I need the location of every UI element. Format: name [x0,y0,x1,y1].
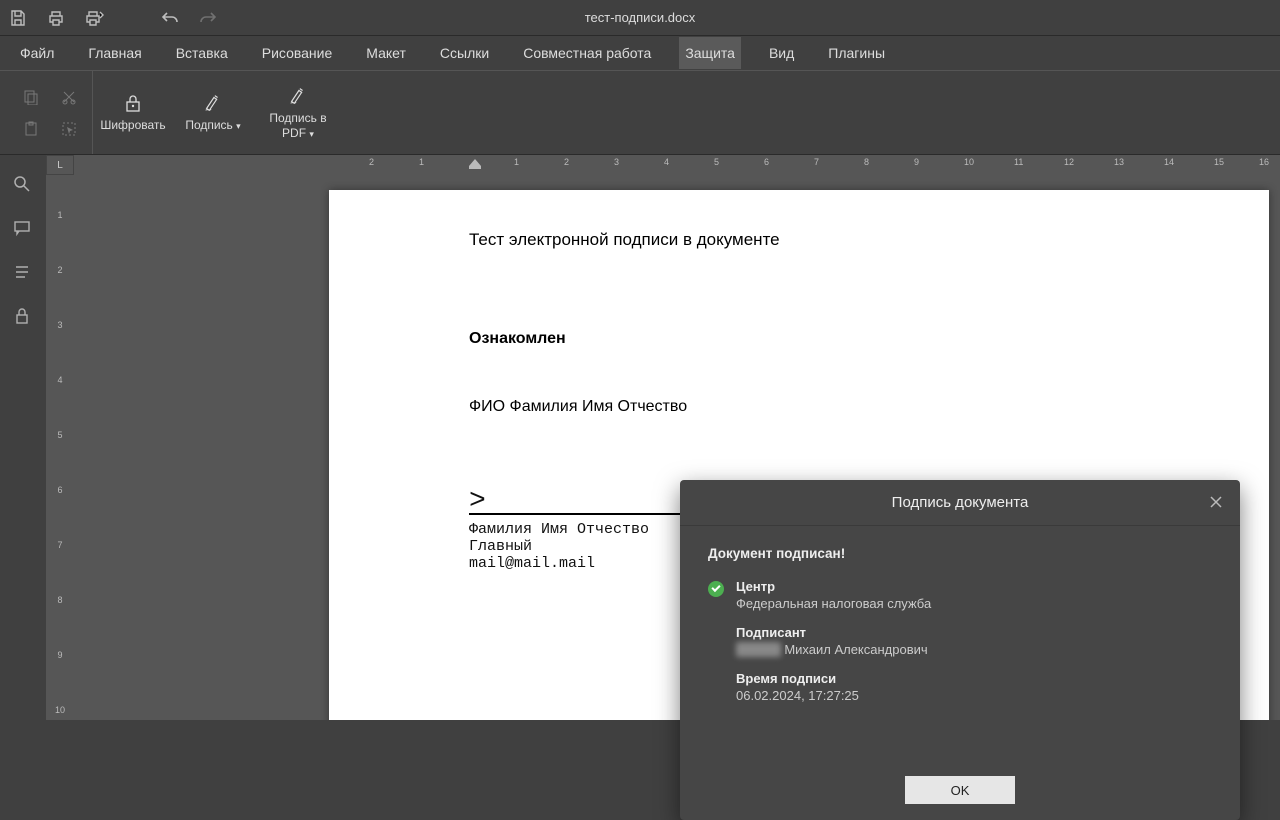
sign-button[interactable]: Подпись ▾ [173,71,253,154]
sign-pdf-label: Подпись в PDF ▾ [269,111,326,140]
dialog-footer: OK [680,760,1240,820]
signature-icon [202,92,224,114]
horizontal-ruler: 2 1 1 2 3 4 5 6 7 8 9 10 11 12 13 14 15 … [74,155,1280,175]
time-value: 06.02.2024, 17:27:25 [736,688,1212,703]
copy-icon[interactable] [20,86,42,108]
menu-file[interactable]: Файл [14,37,60,69]
vertical-ruler: 1 2 3 4 5 6 7 8 9 10 [46,175,74,720]
print-icon[interactable] [46,8,66,28]
menubar: Файл Главная Вставка Рисование Макет Ссы… [0,36,1280,70]
menu-layout[interactable]: Макет [360,37,412,69]
menu-protect[interactable]: Защита [679,37,741,69]
menu-plugins[interactable]: Плагины [822,37,891,69]
menu-home[interactable]: Главная [82,37,147,69]
select-icon[interactable] [58,118,80,140]
close-icon[interactable] [1208,494,1226,512]
dialog-header: Подпись документа [680,480,1240,526]
info-center: Центр Федеральная налоговая служба [708,579,1212,611]
ribbon-protect: Шифровать Подпись ▾ Подпись в PDF ▾ [0,70,1280,155]
protection-icon[interactable] [13,307,33,327]
signer-label: Подписант [736,625,1212,640]
encrypt-label: Шифровать [100,118,165,132]
menu-insert[interactable]: Вставка [170,37,234,69]
ok-button[interactable]: OK [905,776,1015,804]
signer-value: Скрыто Михаил Александрович [736,642,1212,657]
workspace: L 1 2 3 4 5 6 7 8 9 10 2 1 1 2 3 4 5 6 7… [0,155,1280,720]
sign-pdf-button[interactable]: Подпись в PDF ▾ [253,71,343,154]
search-icon[interactable] [13,175,33,195]
cut-icon[interactable] [58,86,80,108]
signature-pdf-icon [287,85,309,107]
undo-icon[interactable] [160,8,180,28]
lock-icon [122,92,144,114]
center-value: Федеральная налоговая служба [736,596,1212,611]
titlebar: тест-подписи.docx [0,0,1280,36]
sign-label: Подпись ▾ [185,118,240,132]
menu-view[interactable]: Вид [763,37,800,69]
headings-icon[interactable] [13,263,33,283]
encrypt-button[interactable]: Шифровать [93,71,173,154]
menu-references[interactable]: Ссылки [434,37,495,69]
menu-draw[interactable]: Рисование [256,37,339,69]
doc-title-text: Тест электронной подписи в документе [469,230,1129,250]
doc-fio-line: ФИО Фамилия Имя Отчество [469,398,1129,416]
document-title: тест-подписи.docx [585,10,696,25]
signed-message: Документ подписан! [708,546,1212,561]
quick-print-icon[interactable] [84,8,104,28]
save-icon[interactable] [8,8,28,28]
menu-collaboration[interactable]: Совместная работа [517,37,657,69]
info-time: Время подписи 06.02.2024, 17:27:25 [708,671,1212,703]
doc-ack: Ознакомлен [469,330,1129,348]
comments-icon[interactable] [13,219,33,239]
dialog-title: Подпись документа [892,494,1029,511]
ruler-corner: L [46,155,74,175]
redo-icon[interactable] [198,8,218,28]
dialog-body: Документ подписан! Центр Федеральная нал… [680,526,1240,760]
left-rail [0,155,46,720]
signature-dialog: Подпись документа Документ подписан! Цен… [680,480,1240,820]
info-signer: Подписант Скрыто Михаил Александрович [708,625,1212,657]
time-label: Время подписи [736,671,1212,686]
center-label: Центр [736,579,1212,594]
paste-icon[interactable] [20,118,42,140]
indent-marker-icon[interactable] [469,159,481,173]
